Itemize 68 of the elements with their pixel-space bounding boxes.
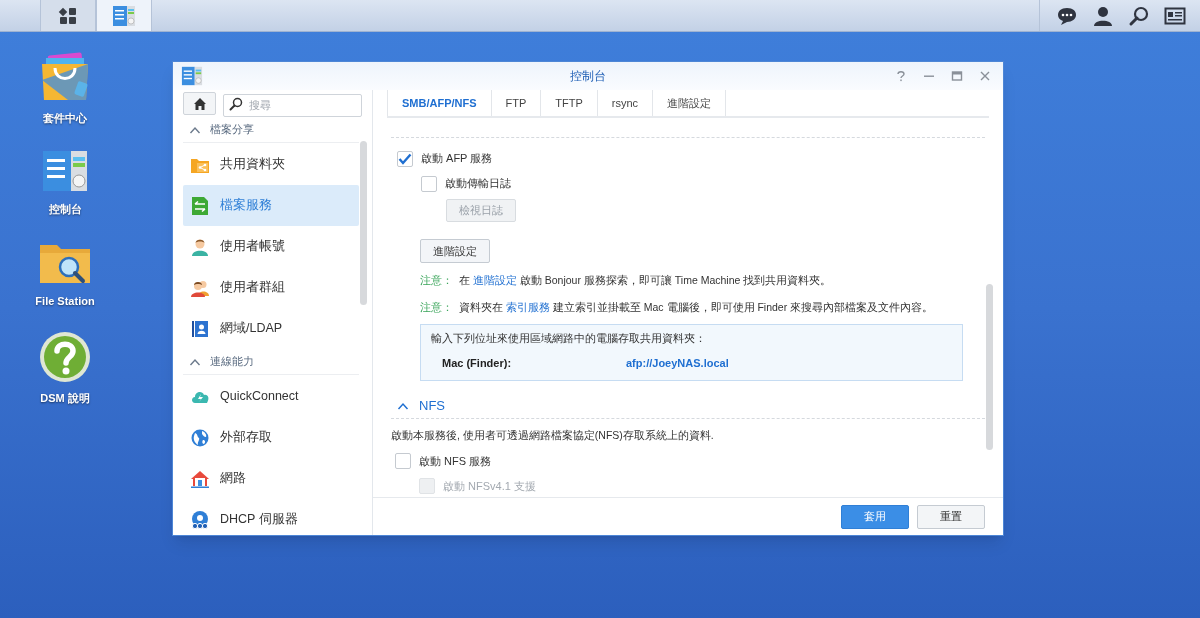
reset-button[interactable]: 重置 [917, 504, 985, 529]
tab[interactable]: TFTP [541, 90, 598, 116]
control-panel-icon [181, 65, 203, 87]
chevron-icon [189, 357, 201, 366]
id-card-icon [190, 318, 210, 339]
note-label: 注意： [420, 272, 453, 288]
chat-icon[interactable] [1056, 5, 1078, 26]
sidebar-item[interactable]: 共用資料夾 [183, 144, 359, 185]
tab[interactable]: rsync [597, 90, 654, 116]
check-icon [398, 152, 412, 165]
sidebar-item[interactable]: DHCP 伺服器 [183, 499, 359, 535]
file-arrows-icon [190, 195, 210, 216]
tab[interactable]: 進階設定 [653, 90, 727, 116]
desktop-icon-label[interactable]: 控制台 [48, 200, 82, 217]
sidebar-item[interactable]: 網域/LDAP [183, 308, 359, 349]
address-link[interactable]: afp://JoeyNAS.local [626, 355, 729, 372]
maximize-icon[interactable] [951, 70, 963, 82]
note-text: 在 進階設定 啟動 Bonjour 服務探索，即可讓 Time Machine 找到共用資料夾。 [459, 272, 832, 288]
link[interactable]: 進階設定 [472, 273, 517, 286]
search-icon[interactable] [1128, 4, 1150, 27]
globe-icon [190, 427, 210, 448]
address-label: Mac (Finder): [442, 356, 513, 371]
checkbox-label: 啟動 NFS 服務 [419, 453, 492, 469]
control-panel-icon [111, 3, 137, 28]
sidebar-item[interactable]: QuickConnect [183, 376, 359, 417]
checkbox[interactable] [397, 150, 413, 167]
sidebar-item[interactable]: 使用者帳號 [183, 226, 359, 267]
desktop-icon-label[interactable]: DSM 說明 [40, 389, 90, 406]
search-icon [229, 97, 243, 111]
chevron-icon [189, 125, 201, 134]
checkbox[interactable] [395, 452, 411, 469]
section-header[interactable]: 連線能力 [183, 349, 359, 375]
window-title: 控制台 [569, 68, 607, 85]
tab[interactable]: FTP [491, 90, 542, 116]
scrollbar[interactable] [360, 141, 367, 305]
close-icon[interactable] [979, 70, 991, 82]
sidebar-item[interactable]: 檔案服務 [183, 185, 359, 226]
home-icon [192, 96, 207, 111]
section-header[interactable]: 檔案分享 [183, 117, 359, 143]
tab[interactable]: SMB/AFP/NFS [387, 90, 492, 116]
scrollbar[interactable] [986, 284, 993, 450]
help-icon[interactable] [895, 70, 907, 82]
sidebar-item[interactable]: 使用者群組 [183, 267, 359, 308]
network-icon [190, 509, 210, 530]
house-icon [190, 468, 210, 489]
taskbar-button[interactable] [40, 0, 96, 31]
checkbox[interactable] [421, 175, 437, 192]
sidebar-item[interactable]: 外部存取 [183, 417, 359, 458]
user-icon[interactable] [1092, 4, 1114, 27]
note-text: 資料夾在 索引服務 建立索引並掛載至 Mac 電腦後，即可使用 Finder 來搜尋內部檔案及文件內容。 [459, 299, 934, 315]
section-header[interactable]: NFS [397, 396, 445, 416]
search-field[interactable]: 搜尋 [223, 93, 362, 117]
home-button[interactable] [183, 92, 216, 115]
checkbox-label: 啟動 AFP 服務 [421, 151, 493, 167]
sidebar-item[interactable]: 網路 [183, 458, 359, 499]
help-icon[interactable] [38, 329, 92, 384]
advanced-settings-button[interactable]: 進階設定 [420, 239, 490, 264]
checkbox-label: 啟動傳輸日誌 [445, 176, 511, 192]
info-text: 輸入下列位址來使用區域網路中的電腦存取共用資料夾： [431, 331, 707, 347]
widgets-icon[interactable] [1164, 5, 1186, 26]
chevron-icon [397, 402, 409, 410]
main-menu-icon [58, 5, 78, 26]
desktop-icon-label[interactable]: File Station [35, 293, 95, 310]
description-text: 啟動本服務後, 使用者可透過網路檔案協定(NFS)存取系統上的資料. [391, 427, 715, 443]
note-label: 注意： [420, 299, 453, 315]
link[interactable]: 索引服務 [505, 300, 550, 313]
desktop-icon-label[interactable]: 套件中心 [43, 110, 87, 127]
checkbox-label: 啟動 NFSv4.1 支援 [443, 478, 536, 494]
